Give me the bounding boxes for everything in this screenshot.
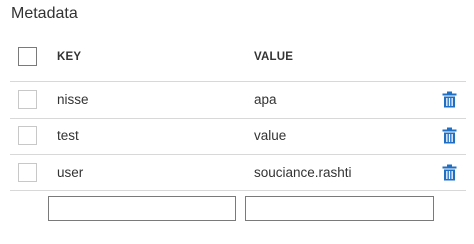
new-key-input[interactable]	[48, 196, 236, 221]
column-header-value: VALUE	[254, 51, 294, 63]
row-checkbox[interactable]	[18, 90, 37, 109]
table-row: nisse apa	[0, 82, 474, 118]
table-row: test value	[0, 118, 474, 154]
trash-icon[interactable]	[442, 127, 457, 144]
row-checkbox[interactable]	[18, 126, 37, 145]
table-row: user souciance.rashti	[0, 155, 474, 191]
row-value: souciance.rashti	[254, 165, 352, 180]
row-key: user	[57, 165, 84, 180]
row-value: apa	[254, 92, 277, 107]
new-value-input[interactable]	[245, 196, 434, 221]
row-value: value	[254, 128, 287, 143]
trash-icon[interactable]	[442, 91, 457, 108]
divider	[10, 190, 466, 191]
row-key: nisse	[57, 92, 89, 107]
select-all-checkbox[interactable]	[18, 47, 37, 66]
trash-icon[interactable]	[442, 164, 457, 181]
metadata-panel: Metadata KEY VALUE nisse apa test value	[0, 0, 474, 244]
column-header-key: KEY	[57, 51, 82, 63]
section-title: Metadata	[11, 5, 78, 22]
row-checkbox[interactable]	[18, 163, 37, 182]
row-key: test	[57, 128, 79, 143]
